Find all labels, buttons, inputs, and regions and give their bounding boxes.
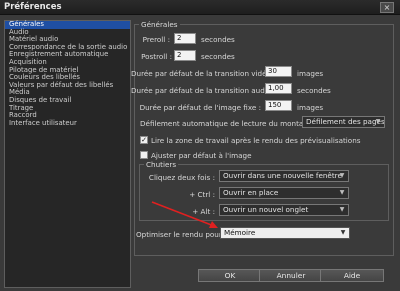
double-click-dropdown[interactable]: Ouvrir dans une nouvelle fenêtre ▼ bbox=[219, 170, 349, 182]
autoscroll-value: Défilement des pages bbox=[306, 117, 385, 126]
ctrl-label: + Ctrl : bbox=[189, 190, 215, 199]
cancel-button[interactable]: Annuler bbox=[259, 269, 323, 282]
settings-panel: Générales Preroll : 2 secondes Postroll … bbox=[131, 18, 397, 285]
video-transition-label: Durée par défaut de la transition vidéo … bbox=[131, 69, 276, 78]
category-list[interactable]: Générales Audio Matériel audio Correspondan… bbox=[4, 20, 131, 288]
preroll-unit: secondes bbox=[201, 35, 235, 44]
title-bar: Préférences × bbox=[0, 0, 400, 15]
audio-transition-label: Durée par défaut de la transition audio … bbox=[131, 86, 276, 95]
ok-button[interactable]: OK bbox=[198, 269, 262, 282]
help-button[interactable]: Aide bbox=[320, 269, 384, 282]
render-optimize-dropdown[interactable]: Mémoire ▼ bbox=[220, 227, 350, 239]
still-duration-label: Durée par défaut de l'image fixe : bbox=[139, 103, 261, 112]
video-transition-unit: images bbox=[297, 69, 324, 78]
video-transition-field[interactable]: 30 bbox=[265, 66, 292, 77]
postroll-unit: secondes bbox=[201, 52, 235, 61]
chevron-down-icon: ▼ bbox=[340, 229, 346, 236]
play-work-area-label: Lire la zone de travail après le rendu d… bbox=[151, 136, 361, 145]
autoscroll-dropdown[interactable]: Défilement des pages ▼ bbox=[302, 116, 385, 128]
render-optimize-label: Optimiser le rendu pour : bbox=[136, 230, 227, 239]
chevron-down-icon: ▼ bbox=[339, 206, 345, 213]
double-click-value: Ouvrir dans une nouvelle fenêtre bbox=[223, 171, 342, 180]
bins-group-title: Chutiers bbox=[144, 160, 179, 169]
ctrl-value: Ouvrir en place bbox=[223, 188, 279, 197]
chevron-down-icon: ▼ bbox=[339, 172, 345, 179]
preroll-label: Preroll : bbox=[142, 35, 170, 44]
postroll-field[interactable]: 2 bbox=[174, 50, 196, 61]
window-title: Préférences bbox=[4, 2, 62, 12]
alt-label: + Alt : bbox=[192, 207, 215, 216]
alt-dropdown[interactable]: Ouvrir un nouvel onglet ▼ bbox=[219, 204, 349, 216]
alt-value: Ouvrir un nouvel onglet bbox=[223, 205, 309, 214]
double-click-label: Cliquez deux fois : bbox=[148, 173, 215, 182]
preroll-field[interactable]: 2 bbox=[174, 33, 196, 44]
ctrl-dropdown[interactable]: Ouvrir en place ▼ bbox=[219, 187, 349, 199]
fit-to-frame-checkbox[interactable] bbox=[140, 151, 148, 159]
postroll-label: Postroll : bbox=[141, 52, 172, 61]
still-duration-unit: images bbox=[297, 103, 324, 112]
category-item[interactable]: Interface utilisateur bbox=[5, 119, 130, 128]
fit-to-frame-label: Ajuster par défaut à l'image bbox=[151, 151, 252, 160]
general-group-title: Générales bbox=[139, 20, 180, 29]
close-button[interactable]: × bbox=[380, 2, 394, 13]
chevron-down-icon: ▼ bbox=[375, 118, 381, 125]
render-optimize-value: Mémoire bbox=[224, 228, 256, 237]
audio-transition-field[interactable]: 1,00 bbox=[265, 83, 292, 94]
audio-transition-unit: secondes bbox=[297, 86, 331, 95]
play-work-area-checkbox[interactable]: ✓ bbox=[140, 136, 148, 144]
still-duration-field[interactable]: 150 bbox=[265, 100, 292, 111]
autoscroll-label: Défilement automatique de lecture du mon… bbox=[140, 119, 317, 128]
chevron-down-icon: ▼ bbox=[339, 189, 345, 196]
